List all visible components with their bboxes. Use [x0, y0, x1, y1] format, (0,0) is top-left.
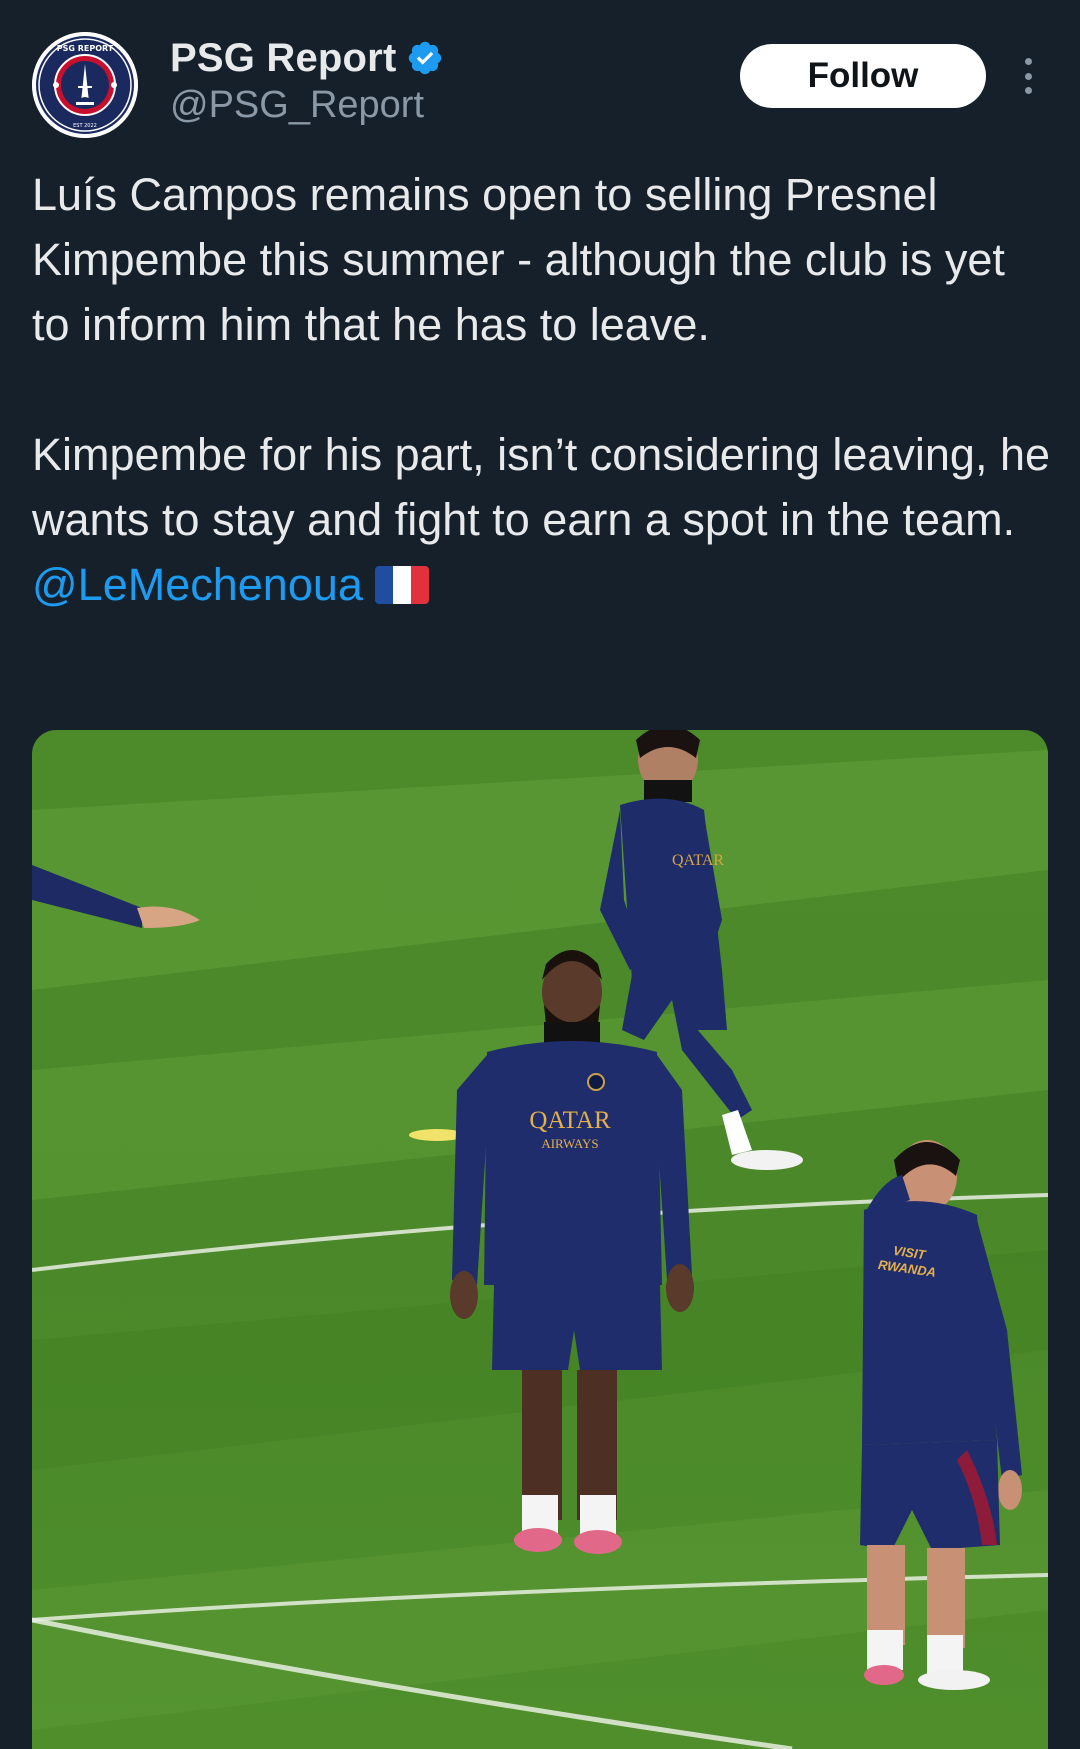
jersey-sponsor-bottom: AIRWAYS — [541, 1136, 598, 1151]
author-handle[interactable]: @PSG_Report — [170, 84, 424, 127]
france-flag-icon — [374, 566, 429, 604]
tweet-text: Luís Campos remains open to selling Pres… — [32, 162, 1052, 617]
verified-badge-icon[interactable] — [406, 39, 444, 77]
tweet-card: PSG REPORT EST 2022 PSG Report @PSG_Repo… — [0, 0, 1080, 1749]
tweet-paragraph-2: Kimpembe for his part, isn’t considering… — [32, 422, 1052, 617]
tweet-media-image[interactable]: QATAR QATAR AIRWAYS VISIT RWANDA — [32, 730, 1048, 1749]
psg-report-logo-icon: PSG REPORT EST 2022 — [32, 32, 138, 138]
tweet-paragraph-1: Luís Campos remains open to selling Pres… — [32, 169, 1005, 350]
training-photo: QATAR QATAR AIRWAYS VISIT RWANDA — [32, 730, 1048, 1749]
jersey-sponsor-top: QATAR — [529, 1107, 611, 1134]
tweet-paragraph-2-text: Kimpembe for his part, isn’t considering… — [32, 429, 1051, 545]
more-options-icon[interactable] — [1010, 52, 1046, 100]
follow-button[interactable]: Follow — [740, 44, 986, 108]
mention-link[interactable]: @LeMechenoua — [32, 559, 363, 610]
avatar-bottom-text: EST 2022 — [73, 123, 97, 129]
avatar-top-text: PSG REPORT — [57, 44, 114, 53]
avatar[interactable]: PSG REPORT EST 2022 — [32, 32, 138, 138]
author-name-row: PSG Report — [170, 32, 444, 84]
bg-jersey-sponsor: QATAR — [672, 852, 724, 869]
author-display-name[interactable]: PSG Report — [170, 36, 396, 81]
